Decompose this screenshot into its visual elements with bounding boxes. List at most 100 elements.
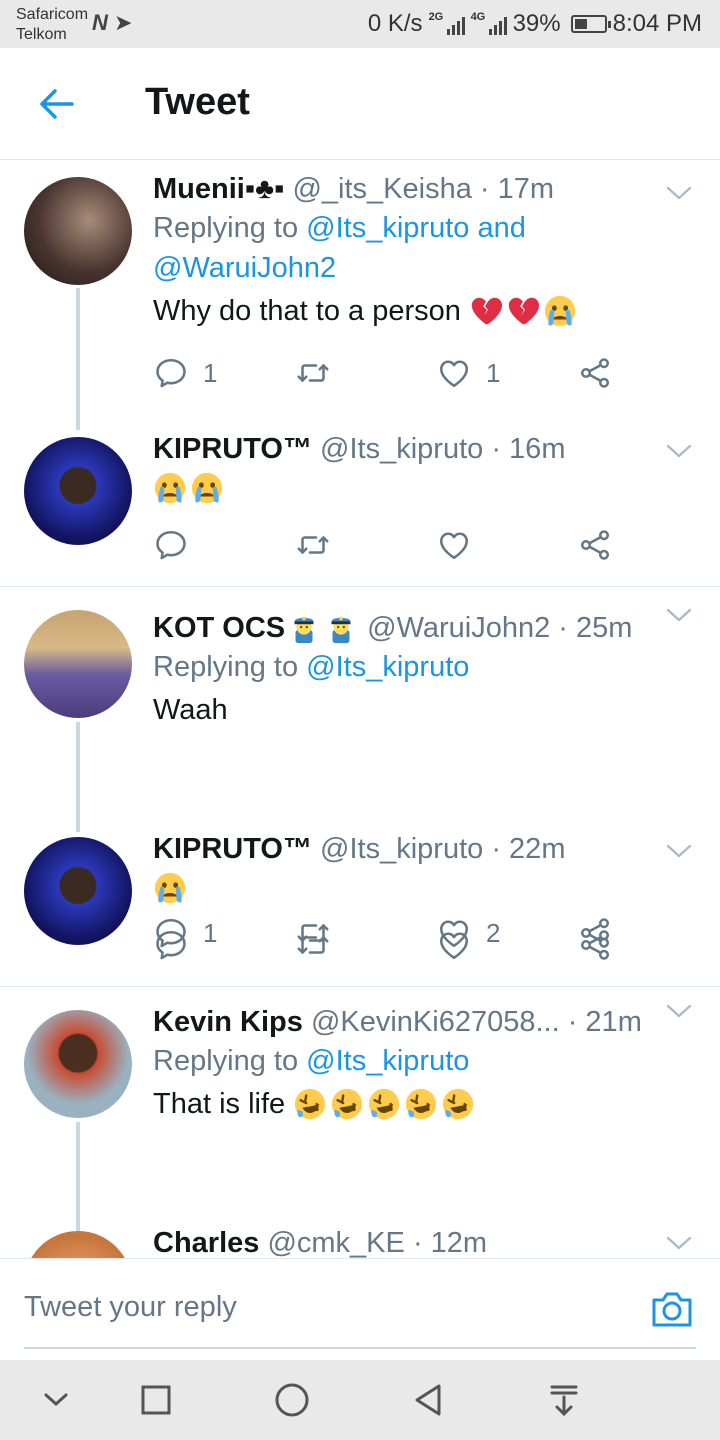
- carrier-names: Safaricom Telkom: [16, 5, 88, 45]
- reply-icon: [153, 527, 189, 563]
- heart-icon: [436, 527, 472, 563]
- like-count: 1: [486, 357, 501, 388]
- chevron-down-icon[interactable]: [664, 1000, 694, 1022]
- author-handle[interactable]: @_its_Keisha: [292, 173, 471, 205]
- retweet-icon: [295, 527, 331, 563]
- author-handle[interactable]: @Its_kipruto: [320, 833, 483, 865]
- avatar[interactable]: [24, 437, 132, 545]
- nfc-icon: N ➤: [92, 10, 133, 35]
- author-name[interactable]: Kevin Kips: [153, 1006, 303, 1038]
- avatar[interactable]: [24, 177, 132, 285]
- heart-icon: [436, 927, 472, 963]
- tweet-text: Why do that to a person: [153, 291, 670, 331]
- divider: [0, 586, 720, 587]
- network-speed: 0 K/s: [367, 10, 423, 37]
- divider: [0, 986, 720, 987]
- page-title: Tweet: [145, 81, 250, 123]
- back-arrow-icon: [40, 89, 74, 119]
- replying-to: Replying to @Its_kipruto and @WaruiJohn2: [153, 212, 526, 284]
- nav-home-button[interactable]: [272, 1380, 312, 1420]
- nav-back-button[interactable]: [408, 1380, 448, 1420]
- share-button[interactable]: [577, 353, 613, 393]
- share-icon: [577, 355, 613, 391]
- reply-feed[interactable]: Muenii▪♣▪ @_its_Keisha · 17m Replying to…: [0, 160, 720, 1258]
- signal-icon: 2G: [429, 11, 465, 35]
- share-icon: [577, 527, 613, 563]
- police-officer-icon: [324, 611, 358, 645]
- mention-link[interactable]: @Its_kipruto and: [306, 212, 526, 244]
- chevron-down-icon[interactable]: [664, 840, 694, 862]
- rofl-face-icon: [293, 1087, 327, 1121]
- mention-link[interactable]: @WaruiJohn2: [153, 252, 336, 284]
- avatar[interactable]: [24, 610, 132, 718]
- crying-face-icon: [543, 294, 577, 328]
- rofl-face-icon: [367, 1087, 401, 1121]
- like-button[interactable]: [436, 525, 472, 565]
- mention-link[interactable]: @Its_kipruto: [306, 651, 469, 683]
- mention-link[interactable]: @Its_kipruto: [306, 1045, 469, 1077]
- like-button[interactable]: 1: [436, 353, 500, 393]
- reply-icon: [153, 927, 189, 963]
- crying-face-icon: [153, 871, 187, 905]
- author-name[interactable]: KIPRUTO™: [153, 833, 312, 865]
- author-handle[interactable]: @Its_kipruto: [320, 433, 483, 465]
- retweet-button[interactable]: [295, 525, 331, 565]
- heart-icon: [436, 355, 472, 391]
- rofl-face-icon: [404, 1087, 438, 1121]
- input-underline: [24, 1347, 696, 1349]
- share-button[interactable]: [577, 925, 613, 965]
- author-handle[interactable]: @KevinKi627058...: [311, 1006, 560, 1038]
- reply-button[interactable]: 1: [153, 353, 217, 393]
- reply-button[interactable]: [153, 925, 189, 965]
- author-name[interactable]: KIPRUTO™: [153, 433, 312, 465]
- status-bar: Safaricom Telkom N ➤ 0 K/s 2G 4G 39% 8:0…: [0, 0, 720, 48]
- police-officer-icon: [287, 611, 321, 645]
- tweet-time: · 25m: [558, 612, 633, 644]
- nav-collapse-button[interactable]: [36, 1380, 76, 1420]
- system-nav-bar: [0, 1360, 720, 1440]
- author-handle[interactable]: @cmk_KE: [267, 1227, 404, 1258]
- nav-recents-button[interactable]: [136, 1380, 176, 1420]
- reply-composer: Tweet your reply: [0, 1258, 720, 1360]
- tweet-time: · 21m: [567, 1006, 642, 1038]
- rofl-face-icon: [441, 1087, 475, 1121]
- retweet-button[interactable]: [295, 925, 331, 965]
- share-button[interactable]: [577, 525, 613, 565]
- triangle-back-icon: [415, 1384, 441, 1416]
- retweet-icon: [295, 927, 331, 963]
- battery-percent: 39%: [512, 10, 561, 37]
- status-right: 0 K/s 2G 4G 39% 8:04 PM: [368, 10, 702, 38]
- reply-input[interactable]: Tweet your reply: [24, 1291, 237, 1324]
- broken-heart-icon: [469, 294, 503, 328]
- camera-icon[interactable]: [650, 1289, 694, 1329]
- tweet-text: That is life: [153, 1084, 670, 1124]
- broken-heart-icon: [506, 294, 540, 328]
- retweet-icon: [295, 355, 331, 391]
- author-name[interactable]: Muenii▪♣▪: [153, 173, 284, 205]
- avatar[interactable]: [24, 1010, 132, 1118]
- share-icon: [577, 927, 613, 963]
- tweet-text: Waah: [153, 694, 228, 726]
- back-button[interactable]: [30, 82, 82, 126]
- avatar[interactable]: [24, 1231, 132, 1258]
- tweet-time: · 22m: [491, 833, 566, 865]
- author-name[interactable]: Charles: [153, 1227, 259, 1258]
- author-handle[interactable]: @WaruiJohn2: [367, 609, 550, 647]
- clock: 8:04 PM: [612, 10, 702, 37]
- chevron-down-icon[interactable]: [664, 440, 694, 462]
- tweet-time: · 16m: [491, 433, 566, 465]
- rofl-face-icon: [330, 1087, 364, 1121]
- avatar[interactable]: [24, 837, 132, 945]
- author-name[interactable]: KOT OCS: [153, 609, 285, 647]
- crying-face-icon: [153, 471, 187, 505]
- pull-down-icon: [550, 1385, 578, 1417]
- nav-notifications-button[interactable]: [544, 1380, 584, 1420]
- chevron-down-icon[interactable]: [664, 182, 694, 204]
- retweet-button[interactable]: [295, 353, 331, 393]
- signal-icon: 4G: [471, 11, 507, 35]
- chevron-down-icon[interactable]: [664, 1232, 694, 1254]
- carrier-1: Safaricom: [16, 6, 89, 23]
- chevron-down-icon[interactable]: [664, 604, 694, 626]
- reply-button[interactable]: [153, 525, 189, 565]
- like-button[interactable]: [436, 925, 472, 965]
